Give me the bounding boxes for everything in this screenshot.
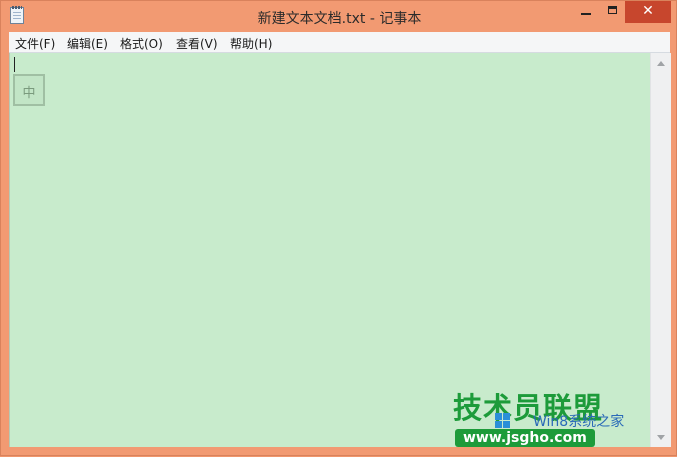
- ime-mode-label: 中: [22, 86, 36, 101]
- menu-file[interactable]: 文件(F): [15, 35, 55, 52]
- text-caret: [14, 57, 15, 72]
- windows-logo-icon: [495, 413, 511, 429]
- watermark-url: www.jsgho.com: [455, 429, 595, 447]
- menu-view[interactable]: 查看(V): [176, 35, 218, 52]
- watermark-subtitle: Win8系统之家: [533, 414, 625, 430]
- title-bar[interactable]: 新建文本文档.txt - 记事本 ✕: [1, 1, 677, 31]
- menu-bar: 文件(F) 编辑(E) 格式(O) 查看(V) 帮助(H): [9, 32, 670, 53]
- ime-mode-indicator[interactable]: 中: [13, 74, 45, 106]
- maximize-button[interactable]: [601, 1, 625, 23]
- minimize-button[interactable]: [571, 1, 601, 23]
- menu-help[interactable]: 帮助(H): [230, 35, 272, 52]
- menu-edit[interactable]: 编辑(E): [67, 35, 108, 52]
- watermark: 技术员联盟 Win8系统之家 www.jsgho.com: [441, 385, 671, 457]
- scroll-up-arrow-icon[interactable]: [657, 61, 665, 66]
- close-icon: ✕: [642, 3, 654, 19]
- notepad-window: 新建文本文档.txt - 记事本 ✕ 文件(F) 编辑(E) 格式(O) 查看(…: [0, 0, 677, 456]
- menu-format[interactable]: 格式(O): [120, 35, 163, 52]
- close-button[interactable]: ✕: [625, 1, 671, 23]
